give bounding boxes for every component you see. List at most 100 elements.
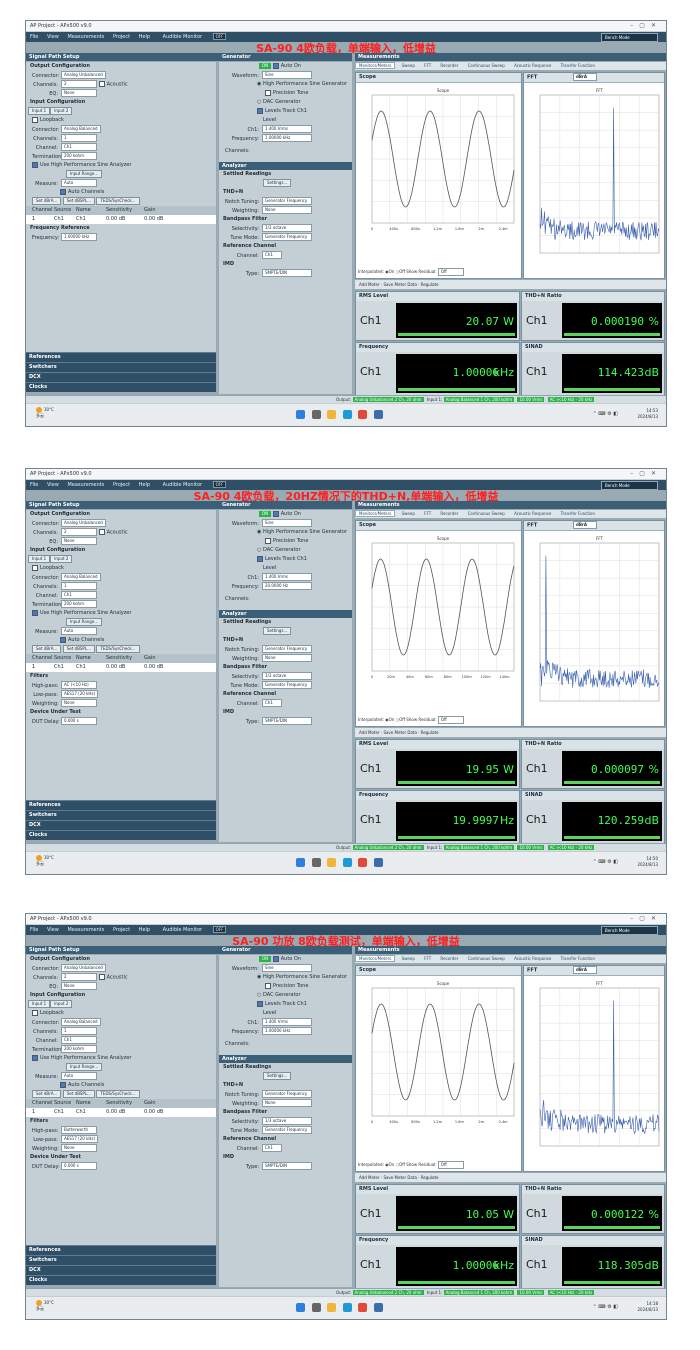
- audible-monitor-toggle[interactable]: OFF: [212, 481, 227, 488]
- loopback-checkbox[interactable]: [32, 116, 38, 123]
- set-dbspl-button[interactable]: Set dBSPL...: [62, 197, 95, 205]
- input-config-header[interactable]: Input Configuration: [26, 546, 216, 555]
- input-connector-select[interactable]: Analog Balanced: [61, 1018, 101, 1026]
- settings-button[interactable]: Settings...: [263, 179, 292, 187]
- residual-select[interactable]: Off: [437, 268, 464, 276]
- termination-select[interactable]: 200 kohm: [61, 1045, 97, 1053]
- radio-high-perf-icon[interactable]: ◉: [257, 974, 261, 980]
- analyzer-header[interactable]: Analyzer: [219, 610, 352, 618]
- dcx-header[interactable]: DCX: [26, 1265, 216, 1275]
- auto-on-checkbox[interactable]: [272, 510, 279, 517]
- precision-tone-checkbox[interactable]: [265, 89, 271, 96]
- settings-button[interactable]: Settings...: [263, 627, 292, 635]
- search-icon[interactable]: [311, 1303, 321, 1312]
- analyzer-header[interactable]: Analyzer: [219, 1055, 352, 1063]
- sinad-meter[interactable]: SINAD Ch1 114.423 dB: [521, 342, 665, 396]
- bandpass-header[interactable]: Bandpass Filter: [219, 1108, 352, 1117]
- bandpass-header[interactable]: Bandpass Filter: [219, 215, 352, 224]
- input-filter-status[interactable]: AC (<10 Hz) - 20 kHz: [547, 397, 595, 402]
- input-range-button[interactable]: Input Range...: [66, 618, 103, 626]
- precision-tone-checkbox[interactable]: [265, 537, 271, 544]
- window-controls[interactable]: –▢✕: [630, 469, 662, 479]
- tab-monitors-meters[interactable]: Monitors/Meters: [355, 955, 396, 962]
- search-icon[interactable]: [311, 410, 321, 419]
- tab-input-2[interactable]: Input 2: [50, 555, 73, 563]
- measurements-header[interactable]: Measurements: [355, 53, 666, 61]
- reference-channel-header[interactable]: Reference Channel: [219, 242, 352, 251]
- edge-icon[interactable]: [342, 1303, 352, 1312]
- edge-icon[interactable]: [342, 410, 352, 419]
- waveform-select[interactable]: Sine: [262, 71, 312, 79]
- tab-acoustic-response[interactable]: Acoustic Response: [511, 511, 554, 516]
- termination-select[interactable]: 200 kohm: [61, 152, 97, 160]
- acoustic-checkbox[interactable]: [98, 81, 105, 87]
- input-level-status[interactable]: 10.00 Vrms: [517, 397, 545, 402]
- reference-channel-header[interactable]: Reference Channel: [219, 690, 352, 699]
- output-status[interactable]: Analog Unbalanced 2 Ch, 20 ohm: [352, 845, 424, 850]
- lowpass-select[interactable]: AES17 (20 kHz): [61, 1135, 99, 1143]
- weighting-select[interactable]: None: [262, 654, 312, 662]
- tab-continuous-sweep[interactable]: Continuous Sweep: [465, 511, 508, 516]
- output-connector-select[interactable]: Analog Unbalanced: [61, 71, 106, 79]
- selectivity-select[interactable]: 1/3 octave: [262, 1117, 312, 1125]
- references-header[interactable]: References: [26, 1245, 216, 1255]
- set-dbr-button[interactable]: Set dBrA...: [32, 197, 62, 205]
- window-controls[interactable]: –▢✕: [630, 21, 662, 31]
- levels-track-checkbox[interactable]: [257, 107, 263, 114]
- generator-header[interactable]: Generator: [219, 53, 352, 61]
- filter-weighting-select[interactable]: None: [61, 699, 97, 707]
- residual-select[interactable]: Off: [437, 1161, 464, 1169]
- save-meter-data-button[interactable]: Save Meter Data: [383, 730, 417, 735]
- input1-status[interactable]: Analog Balanced 1 Ch, 200 kohm: [443, 397, 515, 402]
- level-input[interactable]: 1.400 Vrms: [262, 1018, 312, 1026]
- measure-select[interactable]: Auto: [61, 179, 97, 187]
- output-channels-stepper[interactable]: 2: [61, 973, 97, 981]
- tab-input-1[interactable]: Input 1: [28, 1000, 51, 1008]
- signal-path-header[interactable]: Signal Path Setup: [26, 53, 219, 61]
- dut-header[interactable]: Device Under Test: [26, 708, 216, 717]
- thdn-ratio-meter[interactable]: THD+N Ratio Ch1 0.000097 %: [521, 739, 665, 789]
- tab-continuous-sweep[interactable]: Continuous Sweep: [465, 956, 508, 961]
- window-controls[interactable]: –▢✕: [630, 914, 662, 924]
- radio-dac-icon[interactable]: ○: [257, 547, 261, 553]
- windows-start-icon[interactable]: [296, 410, 305, 419]
- frequency-reference-header[interactable]: Frequency Reference: [26, 224, 216, 233]
- tab-input-1[interactable]: Input 1: [28, 107, 51, 115]
- weighting-select[interactable]: None: [262, 206, 312, 214]
- audible-monitor-toggle[interactable]: OFF: [212, 926, 227, 933]
- tab-transfer-function[interactable]: Transfer Function: [558, 63, 598, 68]
- search-icon[interactable]: [311, 858, 321, 867]
- switchers-header[interactable]: Switchers: [26, 810, 216, 820]
- set-dbspl-button[interactable]: Set dBSPL...: [62, 1090, 95, 1098]
- chrome-icon[interactable]: [358, 1303, 368, 1312]
- tab-input-1[interactable]: Input 1: [28, 555, 51, 563]
- tab-sweep[interactable]: Sweep: [399, 511, 418, 516]
- fft-plot[interactable]: FFT: [524, 83, 664, 275]
- radio-dac-icon[interactable]: ○: [257, 99, 261, 105]
- weather-widget[interactable]: 30°C 多云: [36, 855, 54, 867]
- tab-acoustic-response[interactable]: Acoustic Response: [511, 956, 554, 961]
- high-perf-analyzer-checkbox[interactable]: [32, 1054, 38, 1061]
- auto-on-checkbox[interactable]: [272, 62, 279, 69]
- input-config-header[interactable]: Input Configuration: [26, 991, 216, 1000]
- measure-select[interactable]: Auto: [61, 627, 97, 635]
- tab-sweep[interactable]: Sweep: [399, 63, 418, 68]
- eq-select[interactable]: None: [61, 89, 97, 97]
- level-input[interactable]: 1.400 Vrms: [262, 573, 312, 581]
- dcx-header[interactable]: DCX: [26, 820, 216, 830]
- fft-plot[interactable]: FFT: [524, 531, 664, 723]
- thdn-section-header[interactable]: THD+N: [219, 636, 352, 645]
- tune-mode-select[interactable]: Generator Frequency: [262, 1126, 312, 1134]
- reference-channel-header[interactable]: Reference Channel: [219, 1135, 352, 1144]
- eq-select[interactable]: None: [61, 982, 97, 990]
- thdn-ratio-meter[interactable]: THD+N Ratio Ch1 0.000190 %: [521, 291, 665, 341]
- settled-readings-header[interactable]: Settled Readings: [219, 170, 352, 179]
- generator-on-button[interactable]: ON: [259, 510, 272, 517]
- rms-level-meter[interactable]: RMS Level Ch1 10.05 W: [355, 1184, 520, 1234]
- frequency-reference-input[interactable]: 1.00000 kHz: [61, 233, 97, 241]
- highpass-select[interactable]: AC (<10 Hz): [61, 681, 97, 689]
- tab-transfer-function[interactable]: Transfer Function: [558, 956, 598, 961]
- levels-track-checkbox[interactable]: [257, 1000, 263, 1007]
- clocks-header[interactable]: Clocks: [26, 830, 216, 840]
- input-connector-select[interactable]: Analog Balanced: [61, 125, 101, 133]
